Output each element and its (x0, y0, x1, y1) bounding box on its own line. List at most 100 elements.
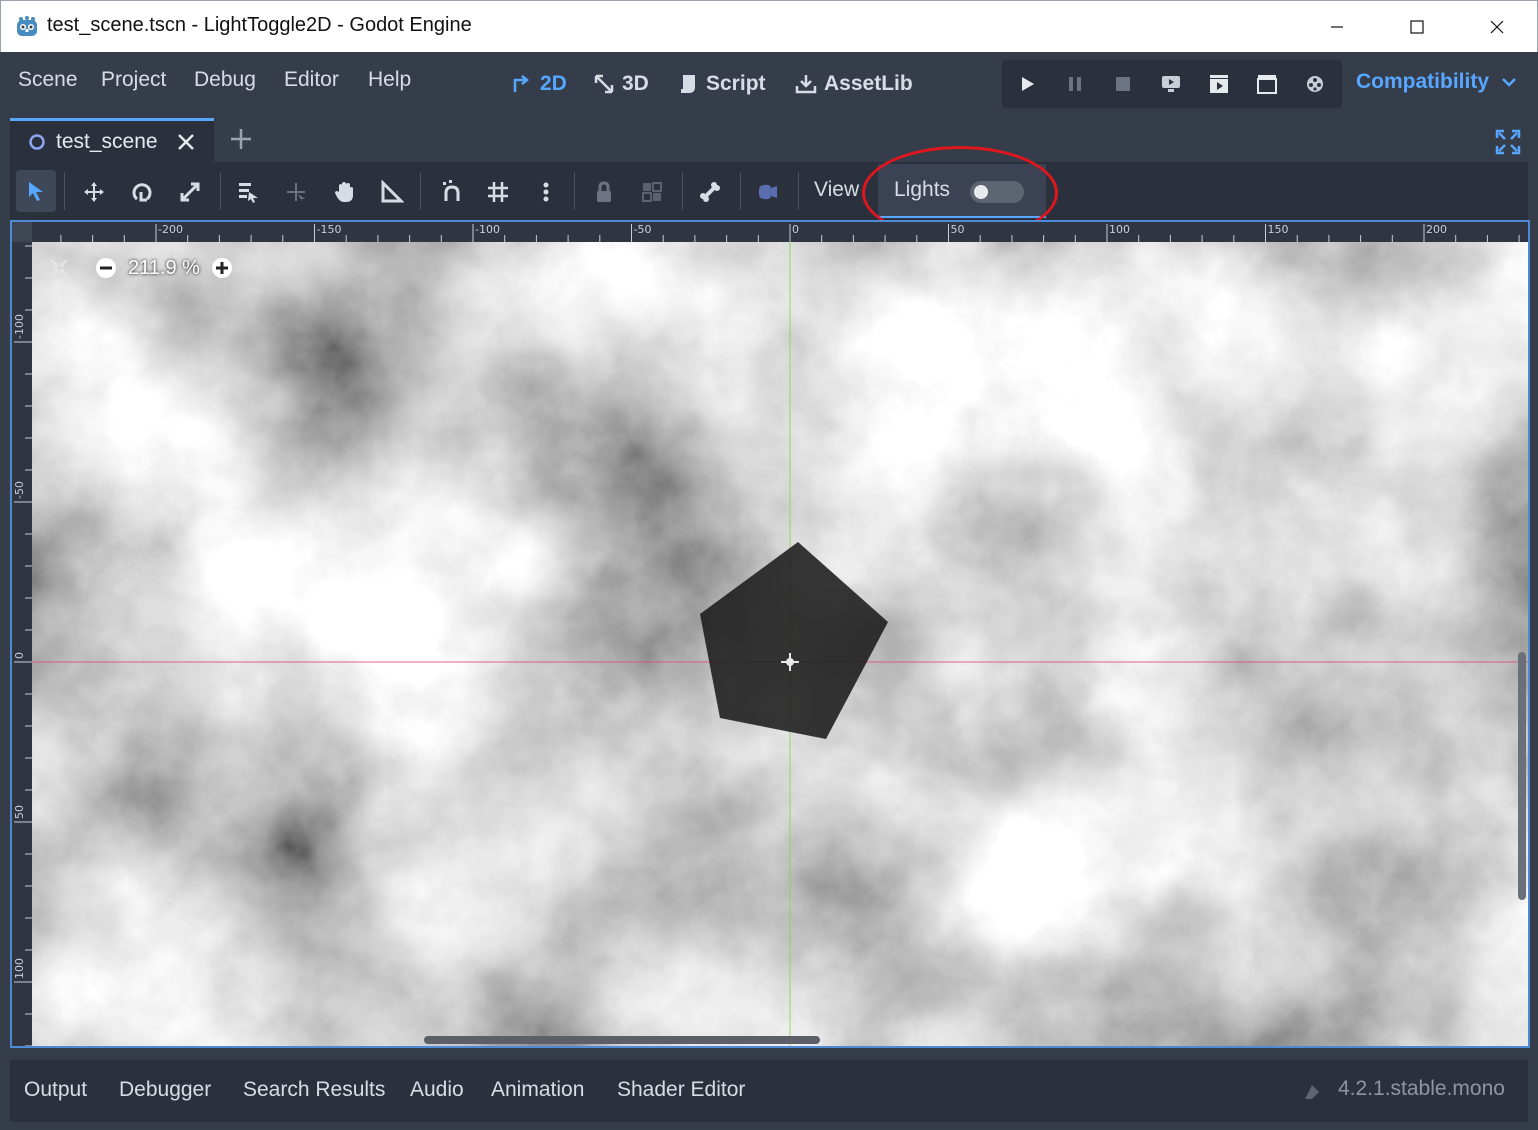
workspace-3d-label: 3D (622, 72, 649, 95)
menu-scene[interactable]: Scene (18, 68, 78, 92)
minimize-button[interactable] (1297, 1, 1377, 53)
group-button[interactable] (638, 178, 666, 206)
snap-icon (443, 180, 460, 201)
toolbar-separator (682, 172, 683, 210)
ruler-x-label: -150 (317, 223, 342, 236)
distraction-free-icon[interactable] (1494, 128, 1522, 156)
vertical-scrollbar[interactable] (1518, 652, 1526, 900)
ruler-icon (381, 180, 404, 203)
script-icon (681, 75, 695, 93)
workspace-2d-label: 2D (540, 72, 567, 95)
scale-mode-button[interactable] (176, 178, 204, 206)
play-custom-icon (1257, 75, 1277, 94)
movie-maker-button[interactable] (1303, 72, 1327, 96)
toolbar-separator (420, 172, 421, 210)
ruler-mode-button[interactable] (378, 178, 406, 206)
close-icon (1490, 20, 1504, 34)
ruler-corner (12, 222, 32, 242)
smart-snap-button[interactable] (438, 178, 466, 206)
stop-icon (1116, 77, 1130, 91)
workspace-script-button[interactable]: Script (676, 68, 766, 100)
play-icon (1022, 77, 1034, 91)
pause-icon (1069, 77, 1081, 91)
tab-shader-editor[interactable]: Shader Editor (617, 1078, 745, 1102)
tab-search-results[interactable]: Search Results (243, 1078, 385, 1102)
menu-debug[interactable]: Debug (194, 68, 256, 92)
select-arrow-icon (29, 182, 43, 201)
version-label[interactable]: 4.2.1.stable.mono (1338, 1077, 1505, 1101)
play-button[interactable] (1015, 72, 1039, 96)
snap-options-button[interactable] (532, 178, 560, 206)
play-scene-icon (1210, 75, 1228, 93)
close-window-button[interactable] (1457, 1, 1537, 53)
godot-icon (17, 16, 37, 36)
tab-output[interactable]: Output (24, 1078, 87, 1102)
ruler-x-label: 50 (951, 223, 965, 236)
play-scene-button[interactable] (1207, 72, 1231, 96)
workspace-assetlib-button[interactable]: AssetLib (794, 68, 913, 100)
select-mode-button[interactable] (16, 170, 56, 212)
bone-icon (700, 182, 720, 202)
menu-project[interactable]: Project (101, 68, 166, 92)
scene-tab-label: test_scene (56, 129, 158, 153)
workspace-2d-button[interactable]: 2D (510, 68, 567, 100)
tab-animation[interactable]: Animation (491, 1078, 584, 1102)
chevron-down-icon (1501, 78, 1516, 87)
workspace-script-label: Script (706, 72, 766, 95)
remote-debug-button[interactable] (1159, 72, 1183, 96)
canvas-area[interactable]: 211.9 % (32, 242, 1528, 1046)
workspace-3d-button[interactable]: 3D (592, 68, 649, 100)
ruler-x-label: 0 (792, 223, 799, 236)
pause-button[interactable] (1063, 72, 1087, 96)
close-tab-icon[interactable] (176, 132, 196, 152)
scene-tab-test-scene[interactable]: test_scene (10, 118, 214, 162)
rotate-icon (132, 183, 152, 202)
movie-maker-icon (1307, 76, 1323, 92)
2d-icon (513, 75, 530, 92)
pivot-mode-button[interactable] (282, 178, 310, 206)
zoom-level[interactable]: 211.9 % (128, 257, 200, 280)
minimize-icon (1331, 26, 1343, 28)
tab-debugger[interactable]: Debugger (119, 1078, 211, 1102)
zoom-in-icon[interactable] (210, 256, 234, 280)
play-custom-scene-button[interactable] (1255, 72, 1279, 96)
zoom-widget: 211.9 % (48, 256, 234, 280)
renderer-select[interactable]: Compatibility (1356, 70, 1517, 94)
canvas-editor-toolbar: View Lights (10, 162, 1528, 220)
tab-audio[interactable]: Audio (410, 1078, 464, 1102)
lock-icon (597, 181, 611, 202)
ruler-x-label: -50 (634, 223, 652, 236)
ruler-y-label: -100 (13, 314, 26, 339)
remote-debug-icon (1162, 76, 1180, 92)
grid-snap-button[interactable] (484, 178, 512, 206)
zoom-out-icon[interactable] (94, 256, 118, 280)
scale-icon (180, 182, 200, 202)
toolbar-separator (220, 172, 221, 210)
override-camera-button[interactable] (754, 178, 782, 206)
bottom-panel-tabs: Output Debugger Search Results Audio Ani… (10, 1060, 1528, 1122)
noise-texture (32, 242, 1528, 1046)
center-view-icon[interactable] (48, 257, 70, 279)
stop-button[interactable] (1111, 72, 1135, 96)
view-menu[interactable]: View (814, 178, 859, 202)
toolbar-separator (64, 172, 65, 210)
add-scene-tab-icon[interactable] (228, 126, 254, 152)
toolbar-separator (798, 172, 799, 210)
maximize-button[interactable] (1377, 1, 1457, 53)
grid-icon (488, 182, 508, 202)
rotate-mode-button[interactable] (128, 178, 156, 206)
horizontal-scrollbar[interactable] (424, 1036, 820, 1044)
renderer-label: Compatibility (1356, 70, 1490, 93)
ruler-x-label: 200 (1426, 223, 1447, 236)
pan-mode-button[interactable] (330, 178, 358, 206)
menu-editor[interactable]: Editor (284, 68, 339, 92)
lock-button[interactable] (590, 178, 618, 206)
toolbar-separator (574, 172, 575, 210)
menu-help[interactable]: Help (368, 68, 411, 92)
skeleton-button[interactable] (696, 178, 724, 206)
2d-viewport[interactable]: -200 -150 -100 -50 0 50 100 150 200 -100 -50 0 50 10… (10, 220, 1530, 1048)
scene-tabbar: test_scene (0, 116, 1538, 162)
pivot-icon (287, 183, 305, 202)
move-mode-button[interactable] (80, 178, 108, 206)
list-select-button[interactable] (234, 178, 262, 206)
